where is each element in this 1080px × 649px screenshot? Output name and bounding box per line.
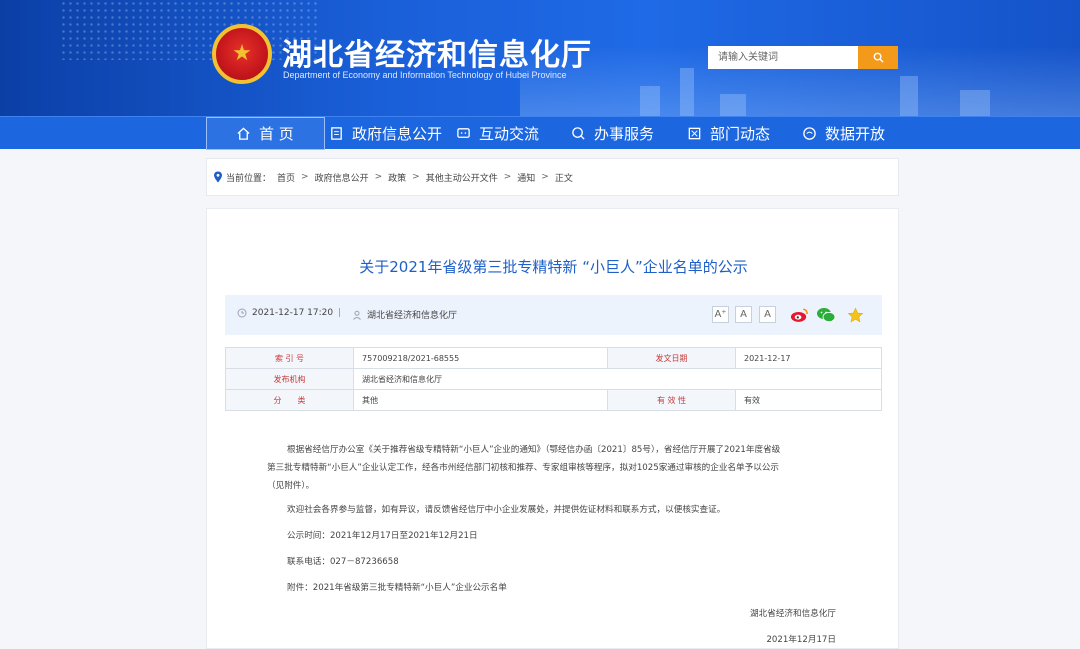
- map-dots-decoration: [60, 0, 320, 60]
- publish-source-text: 湖北省经济和信息化厅: [367, 311, 458, 321]
- paragraph-supervision: 欢迎社会各界参与监督，如有异议，请反馈省经信厅中小企业发展处，并提供佐证材料和联…: [287, 505, 726, 515]
- search-box: [708, 46, 898, 69]
- building-decoration: [640, 86, 660, 116]
- article-title: 关于2021年省级第三批专精特新 “小巨人”企业名单的公示: [359, 258, 748, 276]
- nav-label: 政府信息公开: [352, 125, 443, 143]
- nav-label: 首 页: [259, 125, 294, 143]
- index-number-value: 757009218/2021-68555: [353, 347, 608, 369]
- service-icon: [570, 126, 586, 142]
- chevron-right-icon: >: [412, 172, 420, 182]
- publish-time-text: 2021-12-17 17:20: [252, 308, 334, 318]
- breadcrumb-item-notice[interactable]: 通知: [517, 171, 535, 184]
- header-banner: ★ 湖北省经济和信息化厅 Department of Economy and I…: [0, 0, 1080, 116]
- breadcrumb-item-current: 正文: [554, 173, 573, 184]
- weibo-share-button[interactable]: [789, 305, 809, 325]
- category-value: 其他: [353, 389, 608, 411]
- table-row: 分 类 其他 有 效 性 有效: [225, 389, 882, 411]
- wechat-share-button[interactable]: [816, 305, 836, 325]
- table-row: 发布机构 湖北省经济和信息化厅: [225, 368, 882, 390]
- issuing-org-label: 发布机构: [225, 368, 354, 390]
- site-subtitle: Department of Economy and Information Te…: [283, 70, 567, 80]
- chevron-right-icon: >: [503, 172, 512, 182]
- user-icon: [353, 310, 361, 320]
- issue-date-label: 发文日期: [607, 347, 736, 369]
- breadcrumb: 当前位置： 首页 > 政府信息公开 > 政策 > 其他主动公开文件 > 通知 >…: [206, 158, 899, 196]
- news-icon: [686, 126, 702, 142]
- breadcrumb-item-home[interactable]: 首页: [277, 171, 295, 184]
- publish-time: 2021-12-17 17:20: [237, 308, 333, 318]
- breadcrumb-item-gov-info[interactable]: 政府信息公开: [315, 171, 369, 184]
- nav-item-open-data[interactable]: 数据开放: [801, 117, 885, 150]
- paragraph-line: 根据省经信厅办公室《关于推荐省级专精特新“小巨人”企业的通知》（鄂经信办函〔20…: [287, 445, 781, 455]
- paragraph-line: （见附件）。: [267, 481, 315, 491]
- document-icon: [328, 126, 344, 142]
- paragraph-intro: 根据省经信厅办公室《关于推荐省级专精特新“小巨人”企业的通知》（鄂经信办函〔20…: [267, 441, 827, 495]
- building-decoration: [960, 90, 990, 116]
- nav-label: 办事服务: [594, 125, 655, 143]
- validity-value: 有效: [735, 389, 882, 411]
- font-size-large-button[interactable]: A⁺: [712, 306, 729, 323]
- nav-label: 数据开放: [825, 125, 886, 143]
- article-meta-bar: 2021-12-17 17:20 | 湖北省经济和信息化厅 A⁺ A A: [225, 295, 882, 335]
- nav-item-interaction[interactable]: 互动交流: [455, 117, 539, 150]
- breadcrumb-item-other-files[interactable]: 其他主动公开文件: [426, 171, 498, 184]
- issue-date-value: 2021-12-17: [735, 347, 882, 369]
- data-icon: [801, 126, 817, 142]
- breadcrumb-item-policy[interactable]: 政策: [388, 171, 406, 184]
- publicity-period: 公示时间：2021年12月17日至2021年12月21日: [287, 531, 478, 541]
- font-size-medium-button[interactable]: A: [735, 306, 752, 323]
- building-decoration: [680, 68, 694, 116]
- chevron-right-icon: >: [374, 172, 383, 182]
- weibo-icon: [790, 308, 808, 322]
- table-row: 索 引 号 757009218/2021-68555 发文日期 2021-12-…: [225, 347, 882, 369]
- chevron-right-icon: >: [541, 172, 549, 182]
- star-icon: [847, 307, 863, 322]
- building-decoration: [900, 76, 918, 116]
- attachment-link[interactable]: 附件：2021年省级第三批专精特新“小巨人”企业公示名单: [267, 579, 827, 597]
- nav-item-dept-news[interactable]: 部门动态: [686, 117, 770, 150]
- nav-item-home[interactable]: 首 页: [206, 117, 325, 150]
- site-title[interactable]: 湖北省经济和信息化厅: [282, 30, 592, 74]
- publish-source: 湖北省经济和信息化厅: [352, 308, 457, 321]
- home-icon: [235, 126, 251, 142]
- location-pin-icon: [214, 171, 222, 183]
- nav-item-gov-info[interactable]: 政府信息公开: [328, 117, 442, 150]
- search-icon: [873, 52, 884, 63]
- wechat-icon: [817, 308, 836, 323]
- star-icon: ★: [232, 41, 252, 66]
- search-button[interactable]: [858, 46, 898, 69]
- nav-item-services[interactable]: 办事服务: [570, 117, 654, 150]
- national-emblem-logo[interactable]: ★: [212, 24, 272, 84]
- nav-label: 互动交流: [479, 125, 540, 143]
- building-decoration: [720, 94, 746, 116]
- search-input[interactable]: [708, 46, 858, 69]
- article-panel: 关于2021年省级第三批专精特新 “小巨人”企业名单的公示 2021-12-17…: [206, 208, 899, 649]
- signature-date: 2021年12月17日: [766, 635, 836, 645]
- category-label: 分 类: [225, 389, 354, 411]
- chevron-right-icon: >: [301, 172, 309, 182]
- nav-label: 部门动态: [710, 125, 771, 143]
- index-number-label: 索 引 号: [225, 347, 354, 369]
- meta-divider: |: [338, 308, 342, 318]
- clock-icon: [237, 308, 247, 318]
- main-nav: 首 页 政府信息公开 互动交流 办事服务 部门动态 数据开放: [0, 116, 1080, 150]
- issuing-org-value: 湖北省经济和信息化厅: [353, 368, 882, 390]
- chat-icon: [455, 126, 471, 142]
- breadcrumb-prefix: 当前位置：: [226, 173, 272, 184]
- paragraph-line: 第三批专精特新“小巨人”企业认定工作，经各市州经信部门初核和推荐、专家组审核等程…: [267, 463, 780, 473]
- signature-org: 湖北省经济和信息化厅: [750, 609, 836, 619]
- article-body: 根据省经信厅办公室《关于推荐省级专精特新“小巨人”企业的通知》（鄂经信办函〔20…: [267, 441, 827, 605]
- favorite-button[interactable]: [845, 305, 865, 325]
- document-info-table: 索 引 号 757009218/2021-68555 发文日期 2021-12-…: [225, 347, 882, 411]
- validity-label: 有 效 性: [607, 389, 736, 411]
- font-size-small-button[interactable]: A: [759, 306, 776, 323]
- contact-phone: 联系电话：027－87236658: [287, 557, 399, 567]
